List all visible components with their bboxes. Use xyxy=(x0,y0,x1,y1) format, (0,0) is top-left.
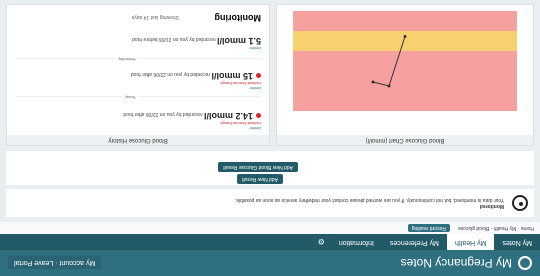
account-button[interactable]: My account · Leave Portal xyxy=(8,256,102,270)
actions-bar: Add New Blood Glucose Result Add New Res… xyxy=(6,151,534,185)
add-glucose-button[interactable]: Add New Blood Glucose Result xyxy=(218,162,298,172)
history-panel-title: Blood Glucose History xyxy=(7,135,269,145)
chart-panel: Blood Glucose Chart (mmol/l) xyxy=(276,4,534,146)
glucose-chart xyxy=(293,11,517,111)
reading-item: Delete 5.1 mmol/l recorded by you on 21/… xyxy=(132,36,261,51)
breadcrumb-text: Home · My Health · Blood glucose xyxy=(457,225,534,231)
app-header: My Pregnancy Notes My account · Leave Po… xyxy=(0,250,540,276)
reading-item: Delete Outside Normal Range 15 mmol/l re… xyxy=(131,71,261,91)
reading-value: 5.1 mmol/l xyxy=(216,36,261,46)
tab-my-health[interactable]: My Health xyxy=(446,234,495,250)
group-title: Monitoring xyxy=(214,13,262,23)
reading-item: Delete Outside Normal Range 14.2 mmol/l … xyxy=(123,111,261,131)
range-band-2 xyxy=(293,51,517,71)
notice-title: Monitored xyxy=(479,203,504,209)
group-subtitle: Showing last 14 days xyxy=(131,14,179,20)
page: My Pregnancy Notes My account · Leave Po… xyxy=(0,0,540,276)
monitoring-notice: Monitored Your data is monitored, but no… xyxy=(6,189,534,217)
reading-value: 14.2 mmol/l xyxy=(203,111,253,121)
add-result-button[interactable]: Add New Result xyxy=(237,174,283,184)
delete-link[interactable]: Delete xyxy=(132,46,261,51)
main-nav: My Notes My Health My Preferences Inform… xyxy=(0,234,540,250)
app-logo-icon xyxy=(518,256,532,270)
data-point[interactable] xyxy=(387,84,391,88)
tab-information[interactable]: Information xyxy=(331,234,382,250)
status-dot-icon xyxy=(256,73,261,78)
gear-icon[interactable]: ⚙ xyxy=(318,238,325,247)
tab-my-preferences[interactable]: My Preferences xyxy=(382,234,447,250)
day-separator: Today xyxy=(15,95,261,100)
breadcrumb: Home · My Health · Blood glucose Record … xyxy=(0,222,540,234)
delete-link[interactable]: Delete xyxy=(131,86,261,91)
notice-text: Your data is monitored, but not continuo… xyxy=(234,197,504,203)
range-band-3 xyxy=(293,71,517,111)
reading-tag: Outside Normal Range xyxy=(220,81,261,86)
reading-desc: recorded by you on 22/06 after food xyxy=(123,111,203,117)
data-point[interactable] xyxy=(403,35,407,38)
tab-my-notes[interactable]: My Notes xyxy=(494,234,540,250)
app-title: My Pregnancy Notes xyxy=(400,256,512,270)
delete-link[interactable]: Delete xyxy=(123,126,261,131)
record-reading-button[interactable]: Record reading xyxy=(407,224,450,232)
history-panel: Blood Glucose History Delete Outside Nor… xyxy=(6,4,270,146)
reading-desc: recorded by you on 22/06 after food xyxy=(130,71,211,77)
eye-icon xyxy=(512,195,528,211)
range-band-1 xyxy=(293,31,517,51)
reading-desc: recorded by you on 21/06 before food xyxy=(132,36,216,42)
reading-value: 15 mmol/l xyxy=(211,71,253,81)
reading-tag: Outside Normal Range xyxy=(220,121,261,126)
chart-panel-title: Blood Glucose Chart (mmol/l) xyxy=(277,135,533,145)
day-separator: Yesterday xyxy=(15,57,261,62)
data-point[interactable] xyxy=(371,80,375,84)
status-dot-icon xyxy=(256,113,261,118)
range-band-0 xyxy=(293,11,517,31)
